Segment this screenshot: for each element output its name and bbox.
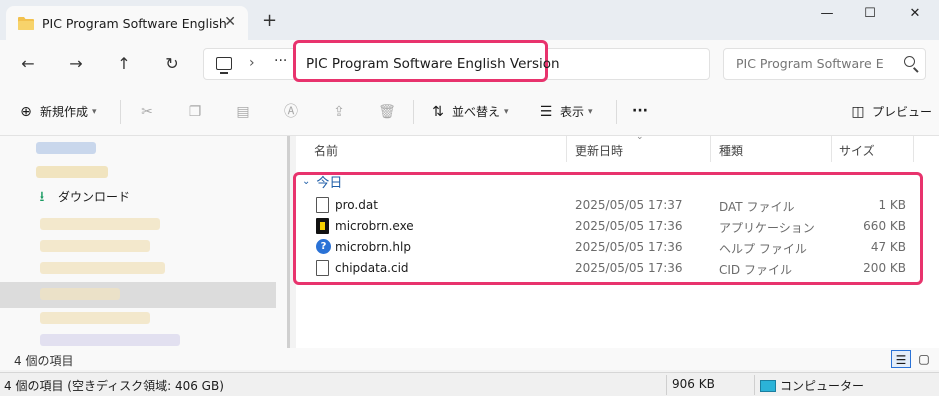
sidebar-item-blurred[interactable]: [36, 166, 108, 178]
list-view-icon: ☰: [539, 103, 553, 120]
search-input[interactable]: [736, 56, 896, 71]
sort-icon: ⇅: [432, 103, 444, 120]
column-header-size[interactable]: サイズ: [839, 142, 875, 159]
tab-close-icon[interactable]: ✕: [224, 14, 236, 30]
command-bar: ⊕ 新規作成 ▾ ✂ ❐ ▤ Ⓐ ⇪ 🗑 ⇅ 並べ替え ▾ ☰ 表示 ▾ ···…: [0, 88, 939, 136]
new-button-label: 新規作成: [40, 105, 89, 119]
monitor-icon: [760, 380, 776, 392]
title-bar: PIC Program Software English ✕ + — ☐ ✕: [0, 0, 939, 40]
preview-button-label: プレビュー: [872, 105, 933, 119]
more-options-button[interactable]: ···: [632, 103, 648, 119]
classic-status-bar: 4 個の項目 (空きディスク領域: 406 GB) 906 KB コンピューター: [0, 372, 939, 396]
view-button-label: 表示: [560, 105, 585, 119]
navigation-pane: ⭳ ダウンロード: [0, 136, 290, 348]
column-divider[interactable]: [566, 136, 567, 162]
column-divider[interactable]: [913, 136, 914, 162]
status-total-size: 906 KB: [672, 377, 715, 391]
sidebar-item-blurred[interactable]: [40, 312, 150, 324]
new-button[interactable]: ⊕ 新規作成 ▾: [18, 103, 97, 120]
download-icon: ⭳: [39, 188, 45, 205]
copy-icon[interactable]: ❐: [186, 103, 204, 121]
refresh-icon[interactable]: ↻: [162, 54, 182, 74]
breadcrumb-chevron-icon[interactable]: ›: [249, 55, 255, 71]
sidebar-item-blurred[interactable]: [40, 240, 150, 252]
forward-arrow-icon[interactable]: →: [66, 54, 86, 74]
folder-icon: [18, 17, 34, 30]
folder-tab[interactable]: PIC Program Software English ✕: [6, 6, 248, 40]
highlight-annotation: [293, 172, 923, 285]
close-window-button[interactable]: ✕: [900, 6, 930, 28]
rename-icon[interactable]: Ⓐ: [282, 103, 300, 121]
up-arrow-icon[interactable]: ↑: [114, 54, 134, 74]
divider: [616, 100, 617, 124]
column-header-type[interactable]: 種類: [719, 142, 743, 159]
new-tab-button[interactable]: +: [262, 10, 277, 31]
sidebar-item-blurred[interactable]: [40, 262, 165, 274]
breadcrumb-current-folder[interactable]: PIC Program Software English Version: [293, 40, 560, 82]
preview-pane-icon: ◫: [851, 103, 865, 120]
divider: [120, 100, 121, 124]
computer-icon[interactable]: [216, 57, 232, 74]
minimize-button[interactable]: —: [812, 6, 842, 28]
plus-circle-icon: ⊕: [20, 103, 32, 120]
sort-button-label: 並べ替え: [452, 105, 501, 119]
cut-icon[interactable]: ✂: [138, 103, 156, 121]
status-bar: 4 個の項目 ☰ ▢: [0, 348, 939, 370]
column-divider[interactable]: [710, 136, 711, 162]
search-box[interactable]: [723, 48, 926, 80]
status-location: コンピューター: [760, 377, 864, 394]
sidebar-scrollbar[interactable]: [287, 136, 290, 348]
chevron-down-icon: ▾: [588, 106, 593, 117]
sidebar-item-blurred[interactable]: [36, 142, 96, 154]
divider: [413, 100, 414, 124]
sidebar-item-downloads[interactable]: ⭳ ダウンロード: [36, 188, 130, 205]
details-view-icon[interactable]: ☰: [891, 350, 911, 368]
sort-caret-icon: ⌄: [636, 132, 644, 142]
status-summary: 4 個の項目 (空きディスク領域: 406 GB): [4, 379, 224, 393]
paste-icon[interactable]: ▤: [234, 103, 252, 121]
divider: [666, 375, 667, 395]
search-icon[interactable]: [904, 56, 915, 67]
delete-icon[interactable]: 🗑: [378, 103, 396, 121]
file-list: 名前 ⌄ 更新日時 種類 サイズ ⌄ 今日 pro.dat 2025/05/05…: [293, 132, 939, 348]
column-header-name[interactable]: 名前: [314, 142, 338, 159]
column-divider[interactable]: [831, 136, 832, 162]
sidebar-item-blurred[interactable]: [40, 218, 160, 230]
maximize-button[interactable]: ☐: [855, 6, 885, 28]
tiles-view-icon[interactable]: ▢: [914, 350, 934, 368]
chevron-down-icon: ▾: [504, 106, 509, 117]
sort-button[interactable]: ⇅ 並べ替え ▾: [430, 103, 509, 120]
tab-title: PIC Program Software English: [42, 15, 227, 31]
sidebar-item-blurred[interactable]: [40, 288, 120, 300]
sidebar-item-label: ダウンロード: [58, 190, 131, 204]
chevron-down-icon: ▾: [92, 106, 97, 117]
item-count: 4 個の項目: [14, 354, 74, 368]
divider: [754, 375, 755, 395]
preview-button[interactable]: ◫ プレビュー: [850, 103, 932, 120]
status-location-label: コンピューター: [780, 379, 865, 393]
column-header-modified[interactable]: 更新日時: [575, 142, 623, 159]
breadcrumb-overflow-button[interactable]: ···: [274, 53, 287, 69]
sidebar-item-blurred[interactable]: [40, 334, 180, 346]
share-icon[interactable]: ⇪: [330, 103, 348, 121]
view-button[interactable]: ☰ 表示 ▾: [538, 103, 593, 120]
back-arrow-icon[interactable]: ←: [18, 54, 38, 74]
